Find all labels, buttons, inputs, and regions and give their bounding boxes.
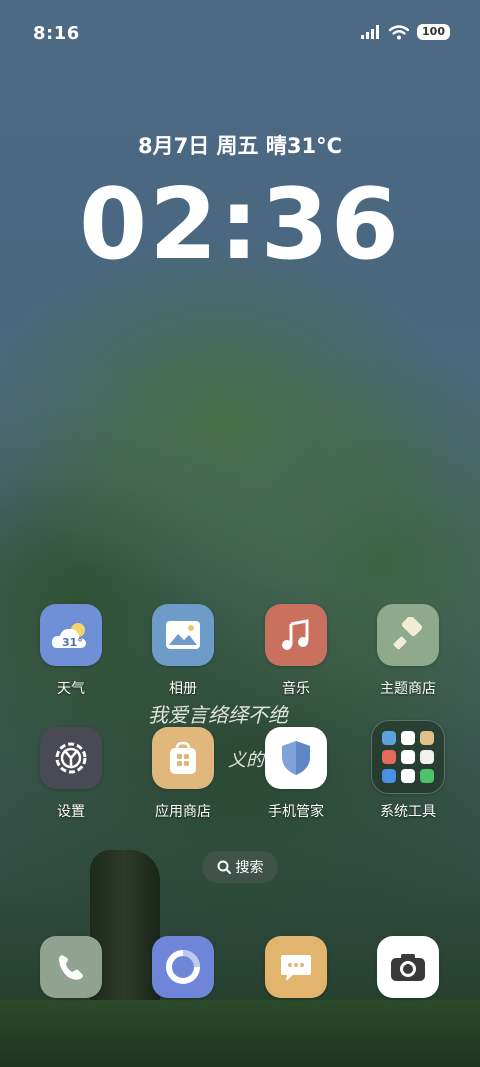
system-tools-folder-icon [371, 720, 445, 794]
handwriting-line1: 我爱言络绎不绝 [148, 703, 289, 727]
phone-icon [40, 936, 102, 998]
app-gallery[interactable]: 相册 [133, 604, 233, 698]
app-phone-manager[interactable]: 手机管家 [246, 727, 346, 821]
phone-manager-icon [265, 727, 327, 789]
mini-app-icon [382, 731, 396, 745]
app-app-store[interactable]: 应用商店 [133, 727, 233, 821]
app-label: 主题商店 [380, 681, 436, 697]
status-bar: 8:16 100 [0, 0, 480, 68]
app-music[interactable]: 音乐 [246, 604, 346, 698]
weather-icon: 31° [40, 604, 102, 666]
app-theme-store[interactable]: 主题商店 [358, 604, 458, 698]
wallpaper-ground [0, 1000, 480, 1067]
gallery-icon [152, 604, 214, 666]
app-label: 系统工具 [380, 804, 436, 820]
app-settings[interactable]: 设置 [21, 727, 121, 821]
camera-icon [377, 936, 439, 998]
weather-temp: 31° [62, 636, 83, 649]
browser-icon [152, 936, 214, 998]
mini-app-icon [382, 750, 396, 764]
dock-browser[interactable] [133, 936, 233, 998]
app-label: 音乐 [282, 681, 310, 697]
clock-widget[interactable]: 02:36 [0, 170, 480, 280]
app-label: 天气 [57, 681, 85, 697]
search-button[interactable]: 搜索 [202, 851, 278, 883]
mini-app-icon [401, 731, 415, 745]
mini-app-icon [401, 750, 415, 764]
app-label: 应用商店 [155, 804, 211, 820]
messages-icon [265, 936, 327, 998]
dock-messages[interactable] [246, 936, 346, 998]
battery-indicator: 100 [417, 24, 450, 40]
mini-app-icon [420, 731, 434, 745]
app-label: 手机管家 [268, 804, 324, 820]
mini-app-icon [420, 750, 434, 764]
dock-phone[interactable] [21, 936, 121, 998]
app-label: 设置 [57, 804, 85, 820]
folder-system-tools[interactable]: 系统工具 [358, 720, 458, 821]
music-icon [265, 604, 327, 666]
status-icons: 100 [361, 24, 450, 40]
app-weather[interactable]: 31° 天气 [21, 604, 121, 698]
status-time: 8:16 [33, 23, 80, 44]
search-label: 搜索 [235, 860, 264, 876]
theme-store-icon [377, 604, 439, 666]
mini-app-icon [420, 769, 434, 783]
mini-app-icon [401, 769, 415, 783]
app-label: 相册 [169, 681, 197, 697]
app-store-icon [152, 727, 214, 789]
signal-icon [361, 25, 380, 39]
settings-icon [40, 727, 102, 789]
search-icon [217, 860, 231, 874]
mini-app-icon [382, 769, 396, 783]
wifi-icon [389, 24, 410, 39]
dock-camera[interactable] [358, 936, 458, 998]
date-weather-text[interactable]: 8月7日 周五 晴31°C [0, 130, 480, 160]
